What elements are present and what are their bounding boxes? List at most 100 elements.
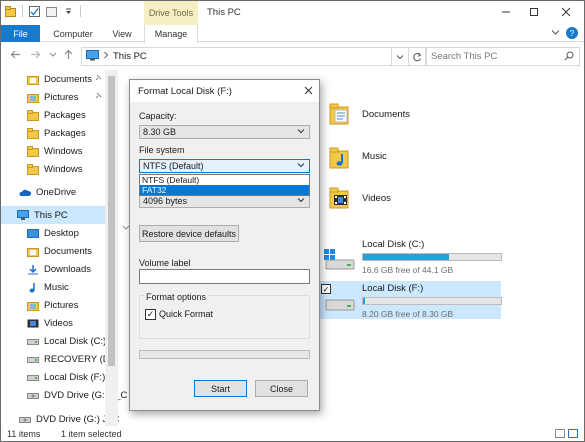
folder-label[interactable]: Documents (362, 109, 410, 120)
close-window-button[interactable] (557, 4, 575, 20)
address-bar[interactable]: This PC (81, 47, 392, 66)
properties-icon[interactable] (29, 5, 40, 17)
breadcrumb-separator (103, 51, 109, 62)
scrollbar-thumb[interactable] (108, 76, 115, 366)
volume-label-input[interactable] (139, 269, 310, 284)
file-system-option-highlighted[interactable]: FAT32 (140, 185, 309, 195)
maximize-button[interactable] (525, 4, 543, 20)
tab-file[interactable]: File (1, 25, 40, 42)
selection-checkbox[interactable]: ✓ (321, 284, 331, 294)
quick-format-label[interactable]: Quick Format (159, 309, 213, 319)
item-count: 11 items (7, 429, 41, 439)
tab-manage[interactable]: Manage (144, 25, 198, 43)
tab-computer[interactable]: Computer (47, 25, 99, 42)
drive-free-space: 16.6 GB free of 44.1 GB (362, 265, 454, 275)
sidebar-item[interactable]: Documents (1, 242, 105, 260)
sidebar-item[interactable]: Desktop (1, 224, 105, 242)
search-icon[interactable] (564, 51, 574, 61)
sidebar-item[interactable]: Local Disk (F:) (1, 368, 105, 386)
pin-icon[interactable] (94, 74, 102, 84)
navigation-pane: Documents Pictures Packages Packages Windows… (1, 70, 127, 426)
videos-folder-icon[interactable] (329, 186, 351, 209)
sidebar-item[interactable]: Videos (1, 314, 105, 332)
music-folder-icon[interactable] (329, 146, 351, 169)
window-title: This PC (207, 7, 241, 18)
large-icons-view-icon[interactable] (568, 429, 578, 438)
sidebar-item[interactable]: This PC (1, 206, 105, 224)
sidebar-item[interactable]: DVD Drive (G:) J_C (1, 386, 127, 404)
folder-icon (27, 145, 39, 157)
file-system-option[interactable]: NTFS (Default) (140, 175, 309, 185)
expand-ribbon-icon[interactable] (551, 28, 560, 38)
sidebar-item[interactable]: Local Disk (C:) (1, 332, 106, 350)
folder-label[interactable]: Videos (362, 193, 391, 204)
sidebar-item[interactable]: RECOVERY (D:) (1, 350, 115, 368)
quick-format-checkbox[interactable]: ✓ (145, 309, 156, 320)
file-system-label: File system (139, 145, 185, 155)
folder-icon (27, 163, 39, 175)
sidebar-item[interactable]: Windows (1, 142, 105, 160)
chevron-down-icon[interactable] (63, 6, 74, 17)
details-view-icon[interactable] (555, 429, 565, 438)
drive-icon (323, 295, 357, 317)
chevron-down-icon (297, 161, 305, 171)
help-icon[interactable]: ? (566, 27, 578, 39)
sidebar-item[interactable]: Pictures (1, 296, 105, 314)
pictures-folder-icon (27, 300, 39, 311)
sidebar-item[interactable]: Windows (1, 160, 105, 178)
search-input[interactable]: Search This PC (426, 47, 580, 66)
file-system-dropdown-list: NTFS (Default) FAT32 (139, 174, 310, 196)
file-system-select[interactable]: NTFS (Default) (139, 159, 310, 173)
allocation-unit-select[interactable]: 4096 bytes (139, 194, 310, 208)
sidebar-scrollbar[interactable] (105, 70, 118, 426)
drive-usage-fill (363, 254, 449, 260)
close-button[interactable]: Close (255, 380, 308, 397)
file-system-value: NTFS (Default) (143, 161, 204, 171)
dvd-drive-icon (19, 414, 31, 425)
sidebar-item-label: Music (44, 281, 69, 293)
up-arrow-icon[interactable] (63, 49, 74, 63)
folder-label[interactable]: Music (362, 151, 387, 162)
selection-count: 1 item selected (61, 429, 122, 439)
sidebar-item-label: Windows (44, 163, 83, 175)
recent-locations-icon[interactable] (49, 49, 57, 63)
sidebar-item-label: Packages (44, 109, 86, 121)
documents-folder-icon[interactable] (329, 102, 351, 125)
forward-arrow-icon[interactable] (30, 49, 41, 63)
drive-usage-fill (363, 298, 365, 304)
refresh-icon[interactable] (409, 47, 426, 66)
explorer-icon[interactable] (5, 5, 16, 17)
pin-icon[interactable] (94, 92, 102, 102)
format-options-label: Format options (144, 292, 209, 302)
drive-tile-f[interactable]: ✓ Local Disk (F:) 8.20 GB free of 8.30 G… (317, 281, 502, 319)
search-placeholder: Search This PC (431, 51, 498, 62)
address-history-chevron-icon[interactable] (392, 47, 409, 66)
restore-defaults-button[interactable]: Restore device defaults (139, 225, 239, 242)
sidebar-item-label: Desktop (44, 227, 79, 239)
sidebar-item[interactable]: Pictures (1, 88, 105, 106)
sidebar-item[interactable]: Packages (1, 106, 105, 124)
sidebar-item[interactable]: OneDrive (1, 183, 105, 201)
breadcrumb-this-pc[interactable]: This PC (113, 51, 147, 62)
documents-folder-icon (27, 74, 39, 85)
back-arrow-icon[interactable] (10, 49, 21, 63)
new-folder-icon[interactable] (46, 6, 57, 17)
sidebar-item[interactable]: Music (1, 278, 105, 296)
capacity-select[interactable]: 8.30 GB (139, 125, 310, 139)
sidebar-item[interactable]: Documents (1, 70, 105, 88)
sidebar-item[interactable]: Packages (1, 124, 105, 142)
tab-view[interactable]: View (105, 25, 139, 42)
sidebar-item[interactable]: Downloads (1, 260, 105, 278)
format-progress-bar (139, 350, 310, 359)
sidebar-item-label: Videos (44, 317, 73, 329)
format-dialog: Format Local Disk (F:) Capacity: 8.30 GB… (129, 79, 320, 411)
volume-label-caption: Volume label (139, 258, 191, 268)
onedrive-cloud-icon (19, 187, 32, 198)
drive-tile-c[interactable]: Local Disk (C:) 16.6 GB free of 44.1 GB (321, 237, 502, 275)
sidebar-item-label: Pictures (44, 91, 79, 103)
start-button[interactable]: Start (194, 380, 247, 397)
minimize-button[interactable] (497, 4, 515, 20)
close-dialog-icon[interactable] (304, 84, 313, 98)
computer-icon (86, 49, 99, 64)
music-folder-icon (27, 282, 39, 293)
